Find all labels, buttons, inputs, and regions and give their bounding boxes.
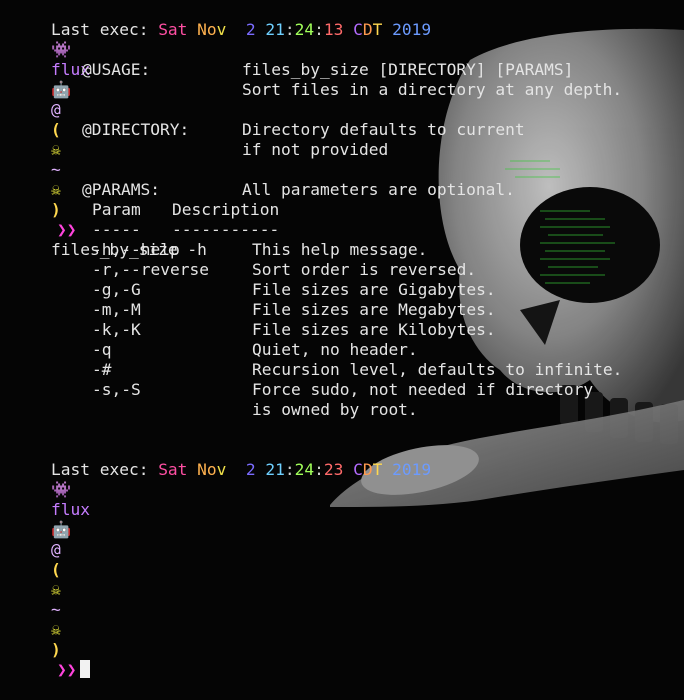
paren-close: ) bbox=[50, 640, 61, 659]
usage-text-2: Sort files in a directory at any depth. bbox=[242, 80, 623, 99]
param-description: File sizes are Kilobytes. bbox=[252, 320, 496, 339]
timestamp-segment: No bbox=[197, 460, 217, 479]
param-description: Recursion level, defaults to infinite. bbox=[252, 360, 623, 379]
param-flag: -g,-G bbox=[92, 280, 141, 299]
params-line-1: @PARAMS: All parameters are optional. bbox=[12, 180, 622, 200]
param-col-header: Param bbox=[92, 200, 141, 219]
timestamp-segment: 21 bbox=[265, 20, 285, 39]
paren-open: ( bbox=[50, 120, 61, 139]
skull-icon: ☠ bbox=[50, 140, 61, 159]
prompt-cwd: ~ bbox=[50, 600, 61, 619]
last-exec-prefix: Last exec: bbox=[50, 460, 159, 479]
param-description: This help message. bbox=[252, 240, 428, 259]
terminal-output: Last exec: Sat Nov 2 21:24:13 CDT 2019 👾… bbox=[12, 0, 622, 679]
param-flag: -# bbox=[92, 360, 112, 379]
text-cursor[interactable] bbox=[80, 660, 91, 678]
param-col-rule: ----- bbox=[92, 220, 141, 239]
prompt-cwd: ~ bbox=[50, 160, 61, 179]
timestamp-segment: 2 bbox=[245, 460, 266, 479]
timestamp-segment: v bbox=[216, 460, 246, 479]
prompt-at: @ bbox=[50, 100, 61, 119]
timestamp-segment: 2019 bbox=[392, 460, 432, 479]
param-description: is owned by root. bbox=[252, 400, 418, 419]
param-description: Quiet, no header. bbox=[252, 340, 418, 359]
param-row: -g,-G File sizes are Gigabytes. bbox=[12, 280, 622, 300]
timestamp-segment: Sat bbox=[158, 460, 198, 479]
usage-line-2: Sort files in a directory at any depth. bbox=[12, 80, 622, 100]
timestamp-segment: 2019 bbox=[392, 20, 432, 39]
param-row: -q Quiet, no header. bbox=[12, 340, 622, 360]
param-description: File sizes are Gigabytes. bbox=[252, 280, 496, 299]
param-flag: -h,--help bbox=[92, 240, 180, 259]
timestamp-segment: v bbox=[216, 20, 246, 39]
param-flag: -q bbox=[92, 340, 112, 359]
param-description: Sort order is reversed. bbox=[252, 260, 477, 279]
last-exec-timestamp: Sat Nov 2 21:24:13 CDT 2019 bbox=[158, 20, 431, 39]
usage-line-1: @USAGE: files_by_size [DIRECTORY] [PARAMS… bbox=[12, 60, 622, 80]
directory-text-2: if not provided bbox=[242, 140, 389, 159]
usage-text-1: files_by_size [DIRECTORY] [PARAMS] bbox=[242, 60, 574, 79]
param-row: -s,-S Force sudo, not needed if directory bbox=[12, 380, 622, 400]
last-exec-line: Last exec: Sat Nov 2 21:24:23 CDT 2019 bbox=[12, 440, 622, 479]
timestamp-segment: T bbox=[372, 20, 393, 39]
invader-icon: 👾 bbox=[50, 480, 72, 499]
params-label: @PARAMS: bbox=[82, 180, 160, 199]
timestamp-segment: : bbox=[314, 460, 324, 479]
desc-col-header: Description bbox=[172, 200, 280, 219]
directory-label: @DIRECTORY: bbox=[82, 120, 190, 139]
param-row: is owned by root. bbox=[12, 400, 622, 420]
skull-icon: ☠ bbox=[50, 580, 61, 599]
param-description: File sizes are Megabytes. bbox=[252, 300, 496, 319]
robot-icon: 🤖 bbox=[50, 80, 72, 99]
timestamp-segment: 21 bbox=[265, 460, 285, 479]
paren-close: ) bbox=[50, 200, 61, 219]
param-row: -m,-M File sizes are Megabytes. bbox=[12, 300, 622, 320]
timestamp-segment: : bbox=[284, 460, 295, 479]
param-flag: -m,-M bbox=[92, 300, 141, 319]
prompt-user: flux bbox=[50, 500, 90, 519]
timestamp-segment: Sat bbox=[158, 20, 198, 39]
timestamp-segment: 24 bbox=[294, 460, 315, 479]
timestamp-segment: 24 bbox=[294, 20, 315, 39]
timestamp-segment: T bbox=[372, 460, 393, 479]
prompt-at: @ bbox=[50, 540, 61, 559]
timestamp-segment: : bbox=[314, 20, 324, 39]
params-text-1: All parameters are optional. bbox=[242, 180, 515, 199]
params-table: -h,--help This help message. -r,--reverse S… bbox=[12, 240, 622, 420]
last-exec-prefix: Last exec: bbox=[50, 20, 159, 39]
skull-icon: ☠ bbox=[50, 180, 61, 199]
directory-text-1: Directory defaults to current bbox=[242, 120, 525, 139]
params-header: Param Description bbox=[12, 200, 622, 220]
usage-label: @USAGE: bbox=[82, 60, 151, 79]
desc-col-rule: ----------- bbox=[172, 220, 280, 239]
timestamp-segment: No bbox=[197, 20, 217, 39]
robot-icon: 🤖 bbox=[50, 520, 72, 539]
prompt-arrow-icon: ❯❯ bbox=[56, 660, 77, 679]
timestamp-segment: D bbox=[362, 460, 373, 479]
last-exec-timestamp: Sat Nov 2 21:24:23 CDT 2019 bbox=[158, 460, 431, 479]
timestamp-segment: : bbox=[284, 20, 295, 39]
invader-icon: 👾 bbox=[50, 40, 72, 59]
prompt-arrow-icon: ❯❯ bbox=[56, 220, 77, 239]
skull-icon: ☠ bbox=[50, 620, 61, 639]
param-description: Force sudo, not needed if directory bbox=[252, 380, 594, 399]
param-flag: -s,-S bbox=[92, 380, 141, 399]
directory-line-1: @DIRECTORY: Directory defaults to current bbox=[12, 120, 622, 140]
param-row: -h,--help This help message. bbox=[12, 240, 622, 260]
param-row: -# Recursion level, defaults to infinite. bbox=[12, 360, 622, 380]
timestamp-segment: C bbox=[353, 460, 363, 479]
timestamp-segment: 13 bbox=[323, 20, 354, 39]
param-row: -k,-K File sizes are Kilobytes. bbox=[12, 320, 622, 340]
timestamp-segment: 23 bbox=[323, 460, 354, 479]
last-exec-line: Last exec: Sat Nov 2 21:24:13 CDT 2019 bbox=[12, 0, 622, 39]
paren-open: ( bbox=[50, 560, 61, 579]
params-rule: ----- ----------- bbox=[12, 220, 622, 240]
timestamp-segment: 2 bbox=[245, 20, 266, 39]
timestamp-segment: C bbox=[353, 20, 363, 39]
param-row: -r,--reverse Sort order is reversed. bbox=[12, 260, 622, 280]
timestamp-segment: D bbox=[362, 20, 373, 39]
directory-line-2: if not provided bbox=[12, 140, 622, 160]
param-flag: -k,-K bbox=[92, 320, 141, 339]
param-flag: -r,--reverse bbox=[92, 260, 209, 279]
